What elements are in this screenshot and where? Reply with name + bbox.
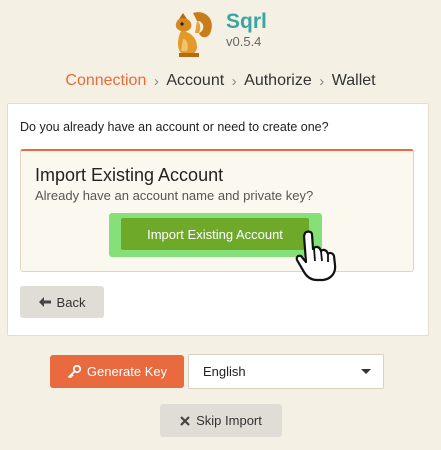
skip-import-button[interactable]: Skip Import: [160, 404, 282, 437]
card-title: Import Existing Account: [35, 165, 224, 185]
breadcrumb: Connection › Account › Authorize › Walle…: [0, 70, 441, 92]
header: Sqrl v0.5.4: [0, 0, 441, 64]
skip-import-label: Skip Import: [196, 413, 262, 428]
generate-key-label: Generate Key: [86, 364, 168, 379]
account-panel: Do you already have an account or need t…: [7, 103, 429, 336]
squirrel-logo-icon: [175, 12, 212, 57]
step-wallet: Wallet: [331, 72, 376, 89]
back-button[interactable]: Back: [20, 286, 104, 318]
arrow-left-icon: [38, 297, 51, 307]
back-button-label: Back: [56, 294, 86, 310]
generate-key-button[interactable]: Generate Key: [50, 355, 184, 388]
step-account: Account: [166, 72, 225, 89]
close-icon: [180, 415, 190, 426]
step-authorize: Authorize: [244, 72, 312, 89]
caret-down-icon: [361, 369, 371, 374]
key-icon: [67, 364, 81, 379]
language-selected-value: English: [203, 364, 246, 379]
app-version: v0.5.4: [226, 34, 262, 49]
app-name: Sqrl: [226, 10, 267, 33]
step-connection: Connection: [65, 72, 147, 89]
chevron-right-icon: ›: [153, 72, 159, 90]
card-subtitle: Already have an account name and private…: [35, 188, 314, 203]
import-account-card: Import Existing Account Already have an …: [20, 149, 414, 272]
import-existing-account-button[interactable]: Import Existing Account: [121, 218, 309, 250]
chevron-right-icon: ›: [319, 72, 325, 90]
chevron-right-icon: ›: [231, 72, 237, 90]
language-select[interactable]: English: [188, 354, 384, 389]
account-question: Do you already have an account or need t…: [20, 120, 329, 134]
hand-pointer-icon: [295, 230, 337, 282]
